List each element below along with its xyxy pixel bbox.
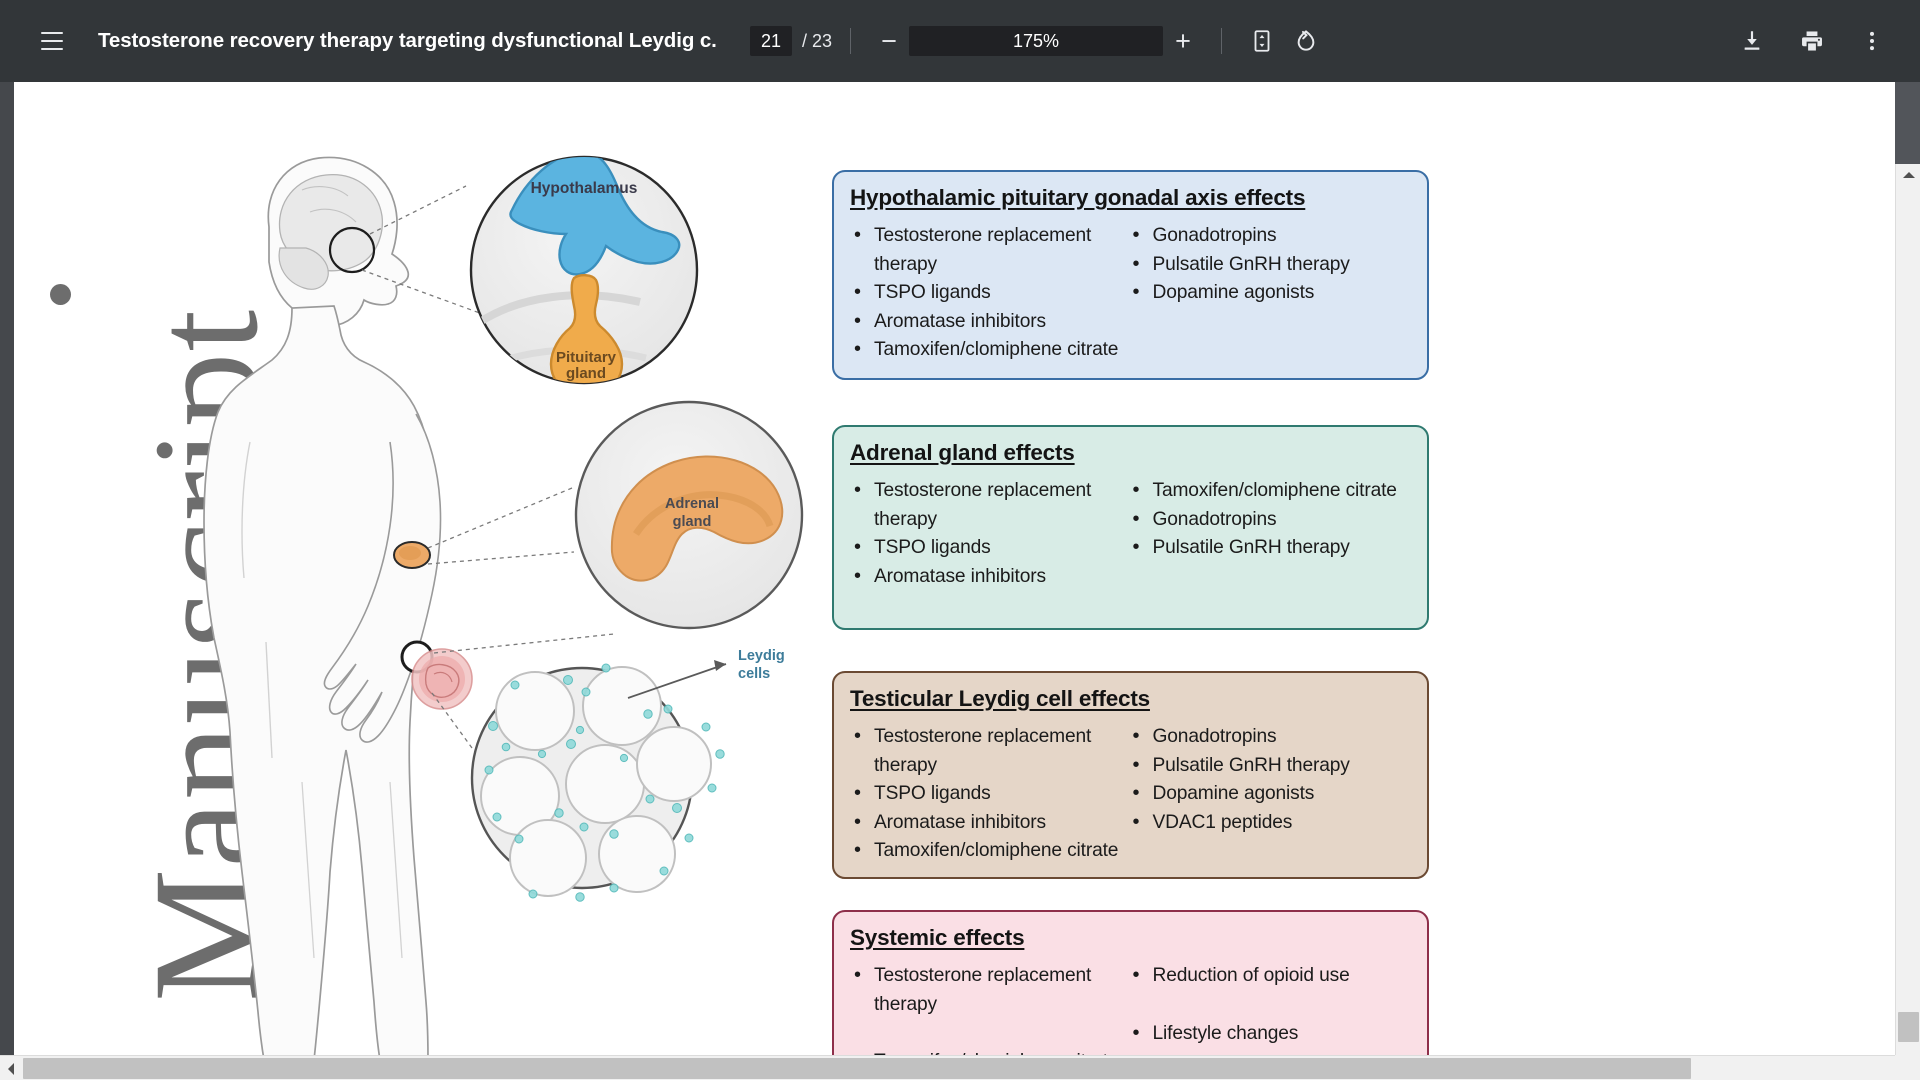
toolbar-divider-1 [850,28,852,54]
effects-left-column: Testosterone replacement therapy TSPO li… [850,221,1129,365]
list-item: TSPO ligands [850,779,1129,809]
list-item: Gonadotropins [1129,722,1408,752]
scroll-left-arrow-icon[interactable] [0,1056,22,1080]
effects-box-hpg: Hypothalamic pituitary gonadal axis effe… [832,170,1429,380]
effects-box-title: Adrenal gland effects [850,440,1075,465]
adrenal-label-line1: Adrenal [665,496,719,512]
pituitary-label-line1: Pituitary [556,349,617,366]
page-total-label: / 23 [802,30,833,51]
list-item: Dopamine agonists [1129,779,1408,809]
scroll-up-arrow-icon[interactable] [1896,164,1920,186]
toolbar-divider-2 [1221,28,1223,54]
rotate-clockwise-icon[interactable] [1284,19,1328,63]
leydig-cells-inset: Leydig cells [470,648,785,902]
document-title: Testosterone recovery therapy targeting … [98,29,718,52]
pituitary-label-line2: gland [566,365,606,382]
list-item: Lifestyle changes [1129,1019,1408,1049]
horizontal-scrollbar[interactable] [0,1055,1920,1080]
zoom-in-button[interactable]: + [1163,21,1203,61]
pdf-toolbar: Testosterone recovery therapy targeting … [0,0,1920,82]
hamburger-glyph [41,31,63,51]
effects-box-leydig: Testicular Leydig cell effects Testoster… [832,671,1429,879]
adrenal-label-line2: gland [673,514,712,530]
toolbar-right-actions [1730,19,1894,63]
download-icon[interactable] [1730,19,1774,63]
print-icon[interactable] [1790,19,1834,63]
hypothalamus-pituitary-inset: Hypothalamus Pituitary gland [469,155,699,385]
adrenal-gland-inset: Adrenal gland [574,400,804,630]
list-item: Aromatase inhibitors [850,562,1129,592]
scrollbar-corner [1895,1055,1920,1080]
horizontal-scrollbar-thumb[interactable] [23,1058,1691,1079]
list-item: Reduction of opioid use [1129,961,1408,991]
pdf-viewer-area[interactable]: Manuscript Hypothalamus Pituitary gland … [0,82,1920,1080]
list-item: VDAC1 peptides [1129,808,1408,838]
leydig-label-line1: Leydig [738,648,785,664]
list-item: Tamoxifen/clomiphene citrate [1129,476,1408,506]
zoom-level-input[interactable] [909,26,1164,56]
effects-right-column: Tamoxifen/clomiphene citrate Gonadotropi… [1129,476,1408,591]
list-item: Pulsatile GnRH therapy [1129,751,1408,781]
fit-to-page-icon[interactable] [1240,19,1284,63]
list-item: Testosterone replacement therapy [850,961,1129,1019]
hamburger-menu-icon[interactable] [30,19,74,63]
hypothalamus-label: Hypothalamus [531,180,638,197]
list-item: Gonadotropins [1129,221,1408,251]
list-item: Testosterone replacement therapy [850,221,1129,279]
list-item: Gonadotropins [1129,505,1408,535]
effects-right-column: Gonadotropins Pulsatile GnRH therapy Dop… [1129,722,1408,866]
list-item: Tamoxifen/clomiphene citrate [850,836,1129,866]
list-item: TSPO ligands [850,278,1129,308]
zoom-out-button[interactable]: − [869,21,909,61]
pdf-page: Manuscript Hypothalamus Pituitary gland … [14,82,1895,1080]
list-item: Tamoxifen/clomiphene citrate [850,335,1129,365]
effects-left-column: Testosterone replacement therapy TSPO li… [850,722,1129,866]
more-options-icon[interactable] [1850,19,1894,63]
list-item: Dopamine agonists [1129,278,1408,308]
page-number-input[interactable] [750,26,792,56]
leydig-label-line2: cells [738,666,770,682]
list-item: Aromatase inhibitors [850,307,1129,337]
list-item: TSPO ligands [850,533,1129,563]
human-body-figure [203,156,442,1061]
list-item: Testosterone replacement therapy [850,476,1129,534]
effects-box-title: Testicular Leydig cell effects [850,686,1150,711]
testis-body-marker [411,648,473,710]
effects-left-column: Testosterone replacement therapy TSPO li… [850,476,1129,592]
list-item: Pulsatile GnRH therapy [1129,533,1408,563]
effects-box-title: Hypothalamic pituitary gonadal axis effe… [850,185,1306,210]
list-item: Testosterone replacement therapy [850,722,1129,780]
effects-box-adrenal: Adrenal gland effects Testosterone repla… [832,425,1429,630]
list-item: Aromatase inhibitors [850,808,1129,838]
effects-box-title: Systemic effects [850,925,1025,950]
page-navigation: / 23 [750,26,832,56]
list-item: Pulsatile GnRH therapy [1129,250,1408,280]
anatomy-illustration: Hypothalamus Pituitary gland Adrenal gla… [203,155,804,1061]
effects-right-column: Gonadotropins Pulsatile GnRH therapy Dop… [1129,221,1408,365]
vertical-scrollbar[interactable] [1895,164,1920,1080]
vertical-scrollbar-thumb[interactable] [1898,1012,1919,1042]
page-left-gutter [0,82,14,1063]
zoom-controls: − + [869,21,1203,61]
